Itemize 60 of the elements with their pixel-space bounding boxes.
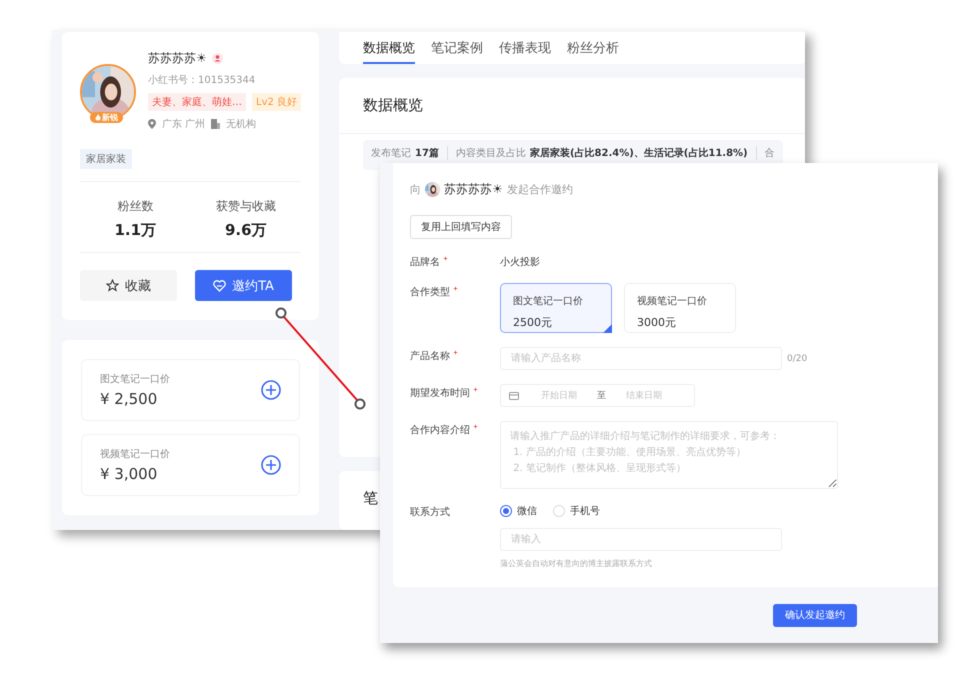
stat-text: 内容类目及占比 家居家装(占比82.4%)、生活记录(占比11.8%) [456,146,748,160]
date-range-field[interactable]: 开始日期 至 结束日期 [500,384,695,407]
character-counter: 0/20 [787,354,808,364]
stat-value: 1.1万 [114,221,156,240]
invite-button[interactable]: 邀约TA [195,270,292,301]
field-label: 产品名称 [410,350,450,363]
tag: 夫妻、家庭、萌娃… [148,93,246,111]
user-name: 苏苏苏苏☀ [444,181,503,198]
radio-icon [500,505,512,517]
field-label: 合作类型 [410,286,450,299]
field-label: 联系方式 [410,506,450,519]
favorite-button[interactable]: 收藏 [80,270,177,301]
calendar-icon [509,391,519,400]
field-label: 合作内容介绍 [410,424,470,437]
location-icon [148,119,156,129]
account-id: 小红书号：101535344 [148,74,256,87]
brand-name: 小火投影 [500,256,540,269]
tag: Lv2 良好 [252,93,302,111]
section-title: 数据概览 [339,78,805,134]
reuse-button[interactable]: 复用上回填写内容 [410,215,512,239]
stat-label: 粉丝数 [117,198,154,215]
building-icon [211,119,220,129]
title-text: 发起合作邀约 [506,182,573,197]
organization-text: 无机构 [226,118,256,131]
field-label: 期望发布时间 [410,386,470,400]
add-icon[interactable] [261,455,282,475]
check-corner-icon [603,324,612,333]
content-field[interactable]: 请输入推广产品的详细介绍与笔记制作的详细要求，可参考： 1. 产品的介绍（主要功能、使用场景、亮点优势等） 2. 笔记制作（整体风格、呈现形式等） [500,421,838,489]
radio-option[interactable]: 微信 [500,504,537,518]
new-badge: 新锐 [90,112,123,123]
tab[interactable]: 数据概览 [363,32,416,64]
tab[interactable]: 笔记案例 [431,32,484,64]
hint-text: 蒲公英会自动对有意向的博主披露联系方式 [500,558,653,569]
stat-text: 合 [764,147,775,160]
submit-button[interactable]: 确认发起邀约 [773,604,857,626]
radio-icon [553,505,565,517]
product-name-field[interactable]: 请输入产品名称 [500,347,782,370]
stat-value: 9.6万 [224,221,267,240]
price-label: 视频笔记一口价 [100,448,170,461]
field-label: 品牌名 [410,256,440,269]
cooperation-option[interactable]: 视频笔记一口价 3000元 [624,283,736,333]
person-icon [212,53,223,64]
location-text: 广东 广州 [162,118,206,131]
category-tag: 家居家装 [80,149,132,169]
heart-icon [213,280,226,292]
price-value: ¥ 3,000 [100,465,158,483]
contact-field[interactable]: 请输入 [500,528,782,551]
price-value: ¥ 2,500 [100,390,158,408]
cooperation-option[interactable]: 图文笔记一口价 2500元 [500,283,612,333]
user-name: 苏苏苏苏☀ [148,50,207,67]
add-icon[interactable] [261,380,282,400]
title-text: 向 [410,182,421,197]
section-title: 笔 [363,489,378,508]
tab[interactable]: 传播表现 [499,32,552,64]
star-icon [106,279,119,292]
radio-option[interactable]: 手机号 [553,504,600,518]
stat-text: 发布笔记 17篇 [371,146,439,160]
stat-label: 获赞与收藏 [216,198,276,215]
tab[interactable]: 粉丝分析 [567,32,620,64]
price-label: 图文笔记一口价 [100,372,170,386]
